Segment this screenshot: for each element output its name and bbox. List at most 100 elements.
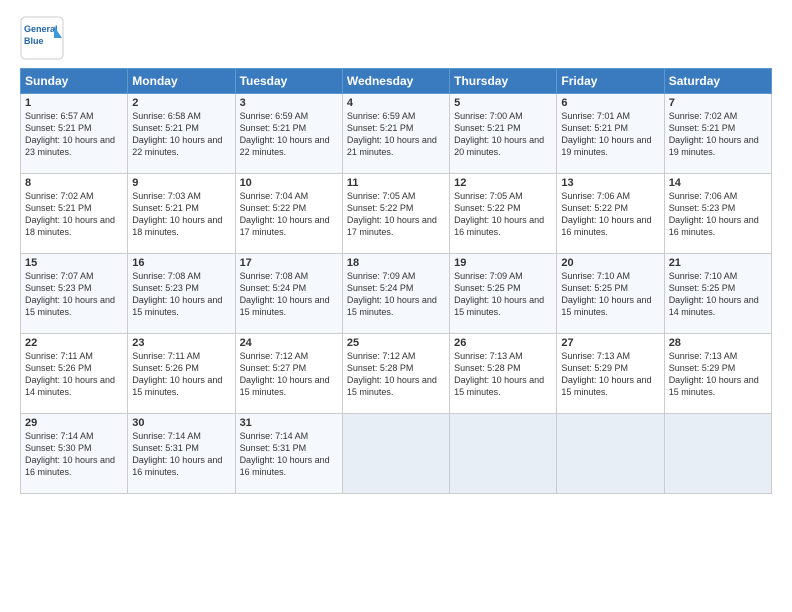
svg-text:Blue: Blue [24, 36, 44, 46]
day-cell: 3Sunrise: 6:59 AM Sunset: 5:21 PM Daylig… [235, 94, 342, 174]
day-info: Sunrise: 7:14 AM Sunset: 5:31 PM Dayligh… [132, 430, 230, 479]
day-info: Sunrise: 7:14 AM Sunset: 5:31 PM Dayligh… [240, 430, 338, 479]
day-info: Sunrise: 7:13 AM Sunset: 5:29 PM Dayligh… [561, 350, 659, 399]
day-info: Sunrise: 7:14 AM Sunset: 5:30 PM Dayligh… [25, 430, 123, 479]
day-cell: 24Sunrise: 7:12 AM Sunset: 5:27 PM Dayli… [235, 334, 342, 414]
day-info: Sunrise: 7:11 AM Sunset: 5:26 PM Dayligh… [25, 350, 123, 399]
calendar-body: 1Sunrise: 6:57 AM Sunset: 5:21 PM Daylig… [21, 94, 772, 494]
day-of-week-row: SundayMondayTuesdayWednesdayThursdayFrid… [21, 69, 772, 94]
day-cell [342, 414, 449, 494]
day-info: Sunrise: 7:12 AM Sunset: 5:28 PM Dayligh… [347, 350, 445, 399]
day-number: 2 [132, 97, 230, 109]
day-header-thursday: Thursday [450, 69, 557, 94]
day-header-wednesday: Wednesday [342, 69, 449, 94]
day-cell: 10Sunrise: 7:04 AM Sunset: 5:22 PM Dayli… [235, 174, 342, 254]
day-cell: 26Sunrise: 7:13 AM Sunset: 5:28 PM Dayli… [450, 334, 557, 414]
day-info: Sunrise: 7:03 AM Sunset: 5:21 PM Dayligh… [132, 190, 230, 239]
day-number: 6 [561, 97, 659, 109]
day-number: 10 [240, 177, 338, 189]
day-number: 16 [132, 257, 230, 269]
day-number: 30 [132, 417, 230, 429]
week-row-3: 15Sunrise: 7:07 AM Sunset: 5:23 PM Dayli… [21, 254, 772, 334]
day-cell: 14Sunrise: 7:06 AM Sunset: 5:23 PM Dayli… [664, 174, 771, 254]
day-cell: 29Sunrise: 7:14 AM Sunset: 5:30 PM Dayli… [21, 414, 128, 494]
day-cell: 17Sunrise: 7:08 AM Sunset: 5:24 PM Dayli… [235, 254, 342, 334]
day-info: Sunrise: 7:00 AM Sunset: 5:21 PM Dayligh… [454, 110, 552, 159]
day-number: 28 [669, 337, 767, 349]
day-number: 12 [454, 177, 552, 189]
day-cell: 28Sunrise: 7:13 AM Sunset: 5:29 PM Dayli… [664, 334, 771, 414]
day-header-tuesday: Tuesday [235, 69, 342, 94]
day-info: Sunrise: 7:09 AM Sunset: 5:25 PM Dayligh… [454, 270, 552, 319]
day-cell: 27Sunrise: 7:13 AM Sunset: 5:29 PM Dayli… [557, 334, 664, 414]
day-cell: 12Sunrise: 7:05 AM Sunset: 5:22 PM Dayli… [450, 174, 557, 254]
day-cell: 11Sunrise: 7:05 AM Sunset: 5:22 PM Dayli… [342, 174, 449, 254]
day-number: 20 [561, 257, 659, 269]
logo: General Blue [20, 16, 64, 60]
day-info: Sunrise: 7:10 AM Sunset: 5:25 PM Dayligh… [669, 270, 767, 319]
day-number: 11 [347, 177, 445, 189]
day-number: 23 [132, 337, 230, 349]
day-info: Sunrise: 7:05 AM Sunset: 5:22 PM Dayligh… [347, 190, 445, 239]
day-cell: 8Sunrise: 7:02 AM Sunset: 5:21 PM Daylig… [21, 174, 128, 254]
day-number: 17 [240, 257, 338, 269]
day-info: Sunrise: 7:02 AM Sunset: 5:21 PM Dayligh… [25, 190, 123, 239]
day-number: 27 [561, 337, 659, 349]
day-info: Sunrise: 7:06 AM Sunset: 5:23 PM Dayligh… [669, 190, 767, 239]
day-cell: 18Sunrise: 7:09 AM Sunset: 5:24 PM Dayli… [342, 254, 449, 334]
day-number: 24 [240, 337, 338, 349]
day-info: Sunrise: 7:06 AM Sunset: 5:22 PM Dayligh… [561, 190, 659, 239]
day-cell: 1Sunrise: 6:57 AM Sunset: 5:21 PM Daylig… [21, 94, 128, 174]
day-info: Sunrise: 7:11 AM Sunset: 5:26 PM Dayligh… [132, 350, 230, 399]
day-number: 8 [25, 177, 123, 189]
day-cell: 30Sunrise: 7:14 AM Sunset: 5:31 PM Dayli… [128, 414, 235, 494]
day-cell: 20Sunrise: 7:10 AM Sunset: 5:25 PM Dayli… [557, 254, 664, 334]
day-cell [450, 414, 557, 494]
day-number: 22 [25, 337, 123, 349]
day-cell: 22Sunrise: 7:11 AM Sunset: 5:26 PM Dayli… [21, 334, 128, 414]
day-cell: 13Sunrise: 7:06 AM Sunset: 5:22 PM Dayli… [557, 174, 664, 254]
day-number: 19 [454, 257, 552, 269]
day-cell: 16Sunrise: 7:08 AM Sunset: 5:23 PM Dayli… [128, 254, 235, 334]
day-info: Sunrise: 7:07 AM Sunset: 5:23 PM Dayligh… [25, 270, 123, 319]
day-header-monday: Monday [128, 69, 235, 94]
day-cell [557, 414, 664, 494]
day-cell: 31Sunrise: 7:14 AM Sunset: 5:31 PM Dayli… [235, 414, 342, 494]
day-header-saturday: Saturday [664, 69, 771, 94]
week-row-1: 1Sunrise: 6:57 AM Sunset: 5:21 PM Daylig… [21, 94, 772, 174]
day-cell: 25Sunrise: 7:12 AM Sunset: 5:28 PM Dayli… [342, 334, 449, 414]
day-info: Sunrise: 6:59 AM Sunset: 5:21 PM Dayligh… [240, 110, 338, 159]
day-info: Sunrise: 7:08 AM Sunset: 5:24 PM Dayligh… [240, 270, 338, 319]
day-cell: 7Sunrise: 7:02 AM Sunset: 5:21 PM Daylig… [664, 94, 771, 174]
day-number: 14 [669, 177, 767, 189]
day-cell: 21Sunrise: 7:10 AM Sunset: 5:25 PM Dayli… [664, 254, 771, 334]
day-number: 1 [25, 97, 123, 109]
day-number: 31 [240, 417, 338, 429]
day-info: Sunrise: 6:59 AM Sunset: 5:21 PM Dayligh… [347, 110, 445, 159]
day-info: Sunrise: 7:05 AM Sunset: 5:22 PM Dayligh… [454, 190, 552, 239]
day-number: 25 [347, 337, 445, 349]
day-info: Sunrise: 7:12 AM Sunset: 5:27 PM Dayligh… [240, 350, 338, 399]
day-number: 9 [132, 177, 230, 189]
day-header-sunday: Sunday [21, 69, 128, 94]
logo-svg: General Blue [20, 16, 64, 60]
calendar-header: SundayMondayTuesdayWednesdayThursdayFrid… [21, 69, 772, 94]
day-cell: 4Sunrise: 6:59 AM Sunset: 5:21 PM Daylig… [342, 94, 449, 174]
day-info: Sunrise: 6:58 AM Sunset: 5:21 PM Dayligh… [132, 110, 230, 159]
day-info: Sunrise: 7:09 AM Sunset: 5:24 PM Dayligh… [347, 270, 445, 319]
day-info: Sunrise: 7:10 AM Sunset: 5:25 PM Dayligh… [561, 270, 659, 319]
week-row-4: 22Sunrise: 7:11 AM Sunset: 5:26 PM Dayli… [21, 334, 772, 414]
day-number: 18 [347, 257, 445, 269]
day-number: 15 [25, 257, 123, 269]
day-info: Sunrise: 7:08 AM Sunset: 5:23 PM Dayligh… [132, 270, 230, 319]
day-info: Sunrise: 7:13 AM Sunset: 5:29 PM Dayligh… [669, 350, 767, 399]
day-cell: 15Sunrise: 7:07 AM Sunset: 5:23 PM Dayli… [21, 254, 128, 334]
day-cell: 23Sunrise: 7:11 AM Sunset: 5:26 PM Dayli… [128, 334, 235, 414]
day-cell: 5Sunrise: 7:00 AM Sunset: 5:21 PM Daylig… [450, 94, 557, 174]
day-cell: 6Sunrise: 7:01 AM Sunset: 5:21 PM Daylig… [557, 94, 664, 174]
day-number: 4 [347, 97, 445, 109]
day-header-friday: Friday [557, 69, 664, 94]
day-info: Sunrise: 7:01 AM Sunset: 5:21 PM Dayligh… [561, 110, 659, 159]
day-number: 13 [561, 177, 659, 189]
day-cell [664, 414, 771, 494]
